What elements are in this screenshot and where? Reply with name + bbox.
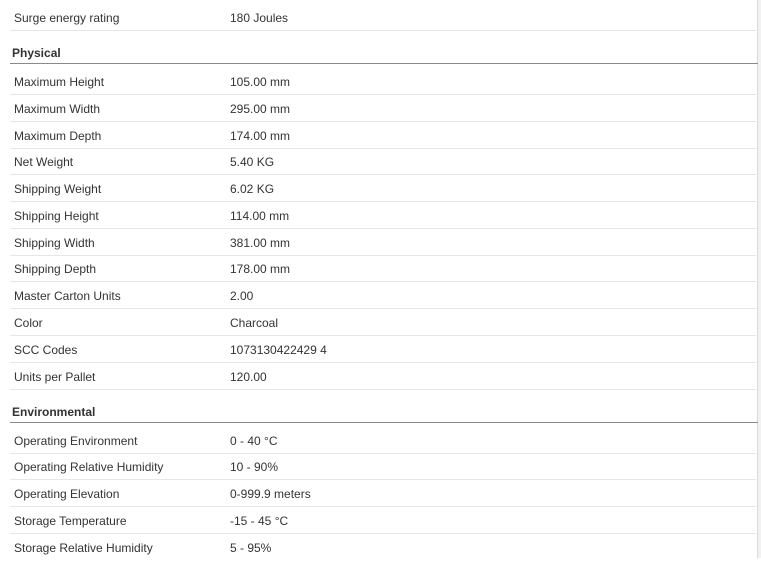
spec-label: Shipping Height — [14, 209, 99, 223]
spec-row-shipping-weight: Shipping Weight 6.02 KG — [10, 176, 756, 202]
spec-value: 10 - 90% — [230, 460, 279, 474]
spec-label: Storage Temperature — [14, 514, 127, 528]
spec-row-surge-energy-rating: Surge energy rating 180 Joules — [10, 5, 756, 31]
spec-label: Shipping Weight — [14, 182, 102, 196]
spec-value: 0 - 40 °C — [230, 434, 278, 448]
spec-row-storage-temperature: Storage Temperature -15 - 45 °C — [10, 508, 756, 534]
spec-row-maximum-height: Maximum Height 105.00 mm — [10, 69, 756, 95]
spec-row-maximum-width: Maximum Width 295.00 mm — [10, 96, 756, 122]
spec-value: 174.00 mm — [230, 129, 291, 143]
spec-row-shipping-depth: Shipping Depth 178.00 mm — [10, 256, 756, 282]
section-heading-physical: Physical — [10, 43, 758, 64]
spec-value: 105.00 mm — [230, 75, 291, 89]
spec-row-operating-relative-humidity: Operating Relative Humidity 10 - 90% — [10, 454, 756, 480]
spec-row-shipping-height: Shipping Height 114.00 mm — [10, 203, 756, 229]
spec-label: SCC Codes — [14, 343, 78, 357]
spec-row-storage-relative-humidity: Storage Relative Humidity 5 - 95% — [10, 535, 756, 561]
spec-label: Color — [14, 316, 43, 330]
spec-sheet: Surge energy rating 180 Joules Physical … — [0, 0, 758, 558]
spec-row-net-weight: Net Weight 5.40 KG — [10, 149, 756, 175]
spec-label: Maximum Height — [14, 75, 105, 89]
spec-value: 178.00 mm — [230, 262, 291, 276]
spec-value: 114.00 mm — [230, 209, 290, 223]
spec-label: Shipping Depth — [14, 262, 97, 276]
spec-row-scc-codes: SCC Codes 1073130422429 4 — [10, 337, 756, 363]
spec-label: Operating Environment — [14, 434, 138, 448]
spec-label: Surge energy rating — [14, 11, 120, 25]
spec-value: Charcoal — [230, 316, 279, 330]
spec-label: Maximum Depth — [14, 129, 102, 143]
spec-value: 1073130422429 4 — [230, 343, 327, 357]
spec-label: Shipping Width — [14, 236, 95, 250]
spec-row-units-per-pallet: Units per Pallet 120.00 — [10, 364, 756, 390]
section-title: Environmental — [12, 405, 96, 419]
spec-label: Operating Relative Humidity — [14, 460, 164, 474]
spec-value: 5.40 KG — [230, 155, 275, 169]
spec-label: Net Weight — [14, 155, 74, 169]
spec-label: Units per Pallet — [14, 370, 96, 384]
spec-label: Maximum Width — [14, 102, 101, 116]
spec-label: Storage Relative Humidity — [14, 541, 153, 555]
spec-value: 0-999.9 meters — [230, 487, 311, 501]
spec-value: 5 - 95% — [230, 541, 272, 555]
spec-value: 180 Joules — [230, 11, 289, 25]
section-title: Physical — [12, 46, 61, 60]
spec-label: Operating Elevation — [14, 487, 120, 501]
spec-value: 2.00 — [230, 289, 254, 303]
spec-row-maximum-depth: Maximum Depth 174.00 mm — [10, 123, 756, 149]
spec-row-shipping-width: Shipping Width 381.00 mm — [10, 230, 756, 256]
spec-label: Master Carton Units — [14, 289, 121, 303]
spec-row-master-carton-units: Master Carton Units 2.00 — [10, 283, 756, 309]
spec-row-operating-environment: Operating Environment 0 - 40 °C — [10, 428, 756, 454]
spec-value: 120.00 — [230, 370, 267, 384]
spec-row-color: Color Charcoal — [10, 310, 756, 336]
section-heading-environmental: Environmental — [10, 402, 758, 423]
spec-row-operating-elevation: Operating Elevation 0-999.9 meters — [10, 481, 756, 507]
spec-value: 295.00 mm — [230, 102, 291, 116]
spec-value: 381.00 mm — [230, 236, 291, 250]
spec-value: -15 - 45 °C — [230, 514, 289, 528]
spec-value: 6.02 KG — [230, 182, 275, 196]
